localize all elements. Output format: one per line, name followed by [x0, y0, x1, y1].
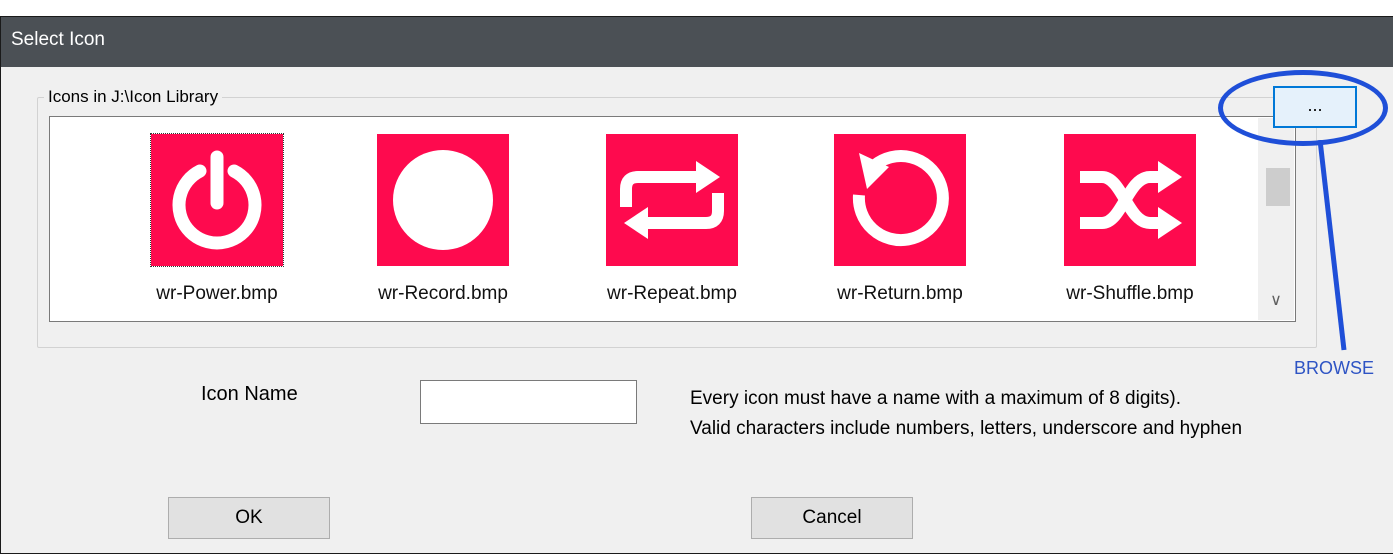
- icon-item-return[interactable]: wr-Return.bmp: [805, 134, 995, 305]
- help-line-2: Valid characters include numbers, letter…: [690, 418, 1243, 439]
- return-icon: [834, 134, 966, 266]
- icon-caption: wr-Repeat.bmp: [607, 283, 737, 304]
- dialog-title: Select Icon: [11, 29, 105, 50]
- icon-caption: wr-Return.bmp: [837, 283, 963, 304]
- vertical-scrollbar[interactable]: ∨: [1258, 118, 1294, 320]
- icon-caption: wr-Shuffle.bmp: [1066, 283, 1194, 304]
- title-bar[interactable]: Select Icon: [1, 17, 1393, 67]
- icon-item-repeat[interactable]: wr-Repeat.bmp: [577, 134, 767, 305]
- icon-name-label: Icon Name: [201, 383, 298, 405]
- power-icon: [150, 133, 284, 267]
- icon-caption: wr-Record.bmp: [378, 283, 508, 304]
- ok-button[interactable]: OK: [168, 497, 330, 539]
- icon-caption: wr-Power.bmp: [156, 283, 278, 304]
- record-icon: [377, 134, 509, 266]
- cancel-button[interactable]: Cancel: [751, 497, 913, 539]
- repeat-icon: [606, 134, 738, 266]
- icon-item-record[interactable]: wr-Record.bmp: [348, 134, 538, 305]
- help-line-1: Every icon must have a name with a maxim…: [690, 388, 1182, 409]
- annotation-pointer-line: [1317, 140, 1347, 351]
- browse-highlight-ellipse: [1218, 70, 1388, 146]
- icon-item-power[interactable]: wr-Power.bmp: [122, 133, 312, 305]
- chevron-down-icon[interactable]: ∨: [1258, 290, 1294, 310]
- icon-name-input[interactable]: [420, 380, 637, 424]
- shuffle-icon: [1064, 134, 1196, 266]
- icon-list[interactable]: wr-Power.bmp wr-Record.bmp wr-Repeat.bmp: [49, 116, 1296, 322]
- browse-annotation-label: BROWSE: [1294, 358, 1375, 378]
- icon-item-shuffle[interactable]: wr-Shuffle.bmp: [1035, 134, 1225, 305]
- scrollbar-thumb[interactable]: [1266, 168, 1290, 206]
- icons-group-label: Icons in J:\Icon Library: [44, 87, 223, 107]
- naming-help-text: Every icon must have a name with a maxim…: [690, 384, 1242, 444]
